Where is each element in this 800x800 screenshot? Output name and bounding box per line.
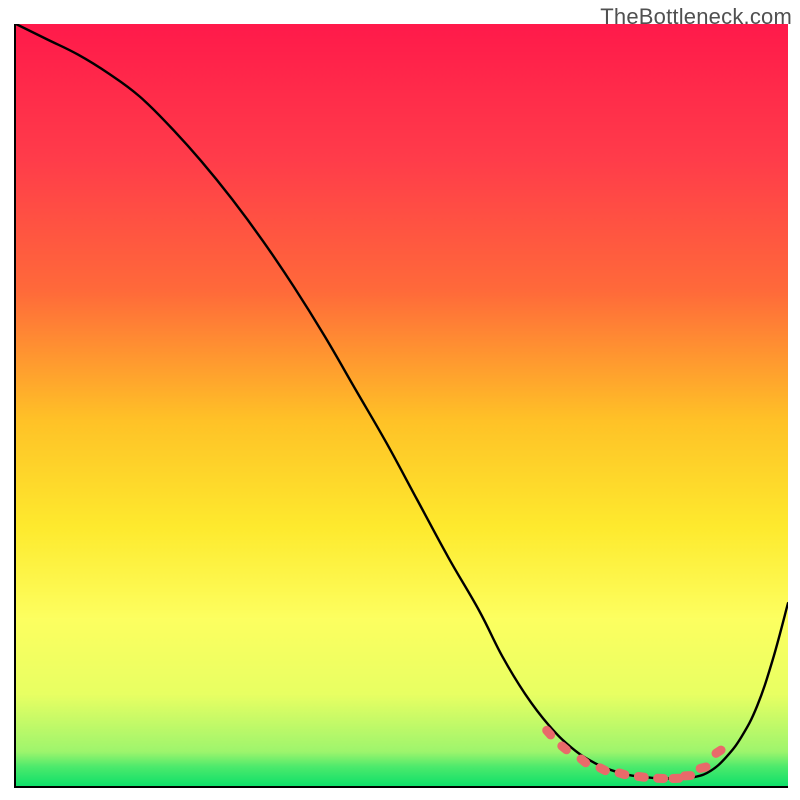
- curve-layer: [16, 24, 788, 786]
- optimal-marker: [633, 771, 649, 782]
- optimal-marker: [540, 724, 557, 741]
- watermark-text: TheBottleneck.com: [600, 4, 792, 30]
- chart-frame: TheBottleneck.com: [0, 0, 800, 800]
- optimal-marker: [680, 771, 695, 781]
- optimal-marker: [653, 774, 668, 784]
- plot-area: [14, 24, 788, 788]
- bottleneck-curve: [16, 24, 788, 779]
- optimal-marker: [614, 767, 631, 780]
